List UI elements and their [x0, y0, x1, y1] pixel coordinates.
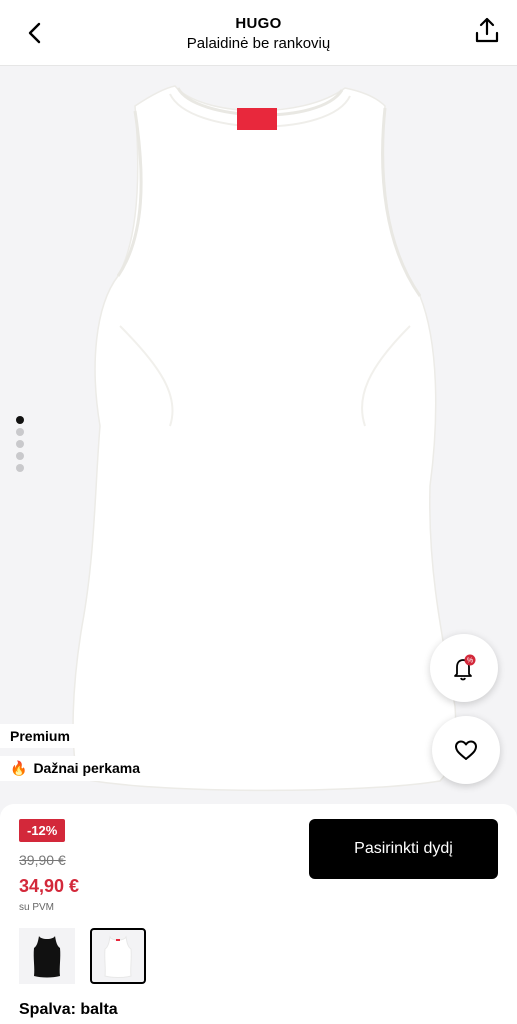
brand-name: HUGO — [235, 15, 282, 32]
gallery-dot[interactable] — [16, 452, 24, 460]
share-icon[interactable] — [471, 14, 503, 46]
color-swatch-black[interactable] — [19, 928, 75, 984]
brand-label-patch — [237, 108, 277, 130]
gallery-dot[interactable] — [16, 428, 24, 436]
top-bar: HUGO Palaidinė be rankovių — [0, 0, 517, 66]
current-price: 34,90 € — [19, 876, 80, 896]
old-price: 39,90 € — [19, 852, 66, 868]
popular-badge: 🔥 Dažnai perkama — [0, 756, 151, 781]
premium-badge: Premium — [0, 724, 80, 748]
vat-note: su PVM — [19, 902, 55, 913]
product-image[interactable] — [0, 66, 517, 820]
color-swatch-white[interactable] — [90, 928, 146, 984]
svg-text:%: % — [467, 658, 473, 665]
select-size-button[interactable]: Pasirinkti dydį — [309, 819, 498, 879]
selected-color-label: Spalva: balta — [19, 1001, 118, 1018]
gallery-pagination — [16, 416, 25, 476]
gallery-dot[interactable] — [16, 416, 24, 424]
popular-badge-label: Dažnai perkama — [33, 760, 141, 776]
gallery-dot[interactable] — [16, 464, 24, 472]
price-alert-button[interactable]: % — [430, 634, 498, 702]
discount-badge: -12% — [19, 819, 66, 842]
purchase-panel: -12% 39,90 € 34,90 € su PVM Pasirinkti d… — [0, 804, 517, 1024]
wishlist-button[interactable] — [432, 716, 500, 784]
product-gallery[interactable]: Premium 🔥 Dažnai perkama % — [0, 66, 517, 820]
fire-icon: 🔥 — [10, 760, 28, 776]
gallery-dot[interactable] — [16, 440, 24, 448]
product-name: Palaidinė be rankovių — [186, 35, 331, 52]
white-tank-thumbnail — [104, 935, 132, 978]
heart-icon — [455, 740, 477, 760]
black-tank-thumbnail — [33, 936, 61, 978]
bell-percent-icon: % — [454, 654, 476, 681]
